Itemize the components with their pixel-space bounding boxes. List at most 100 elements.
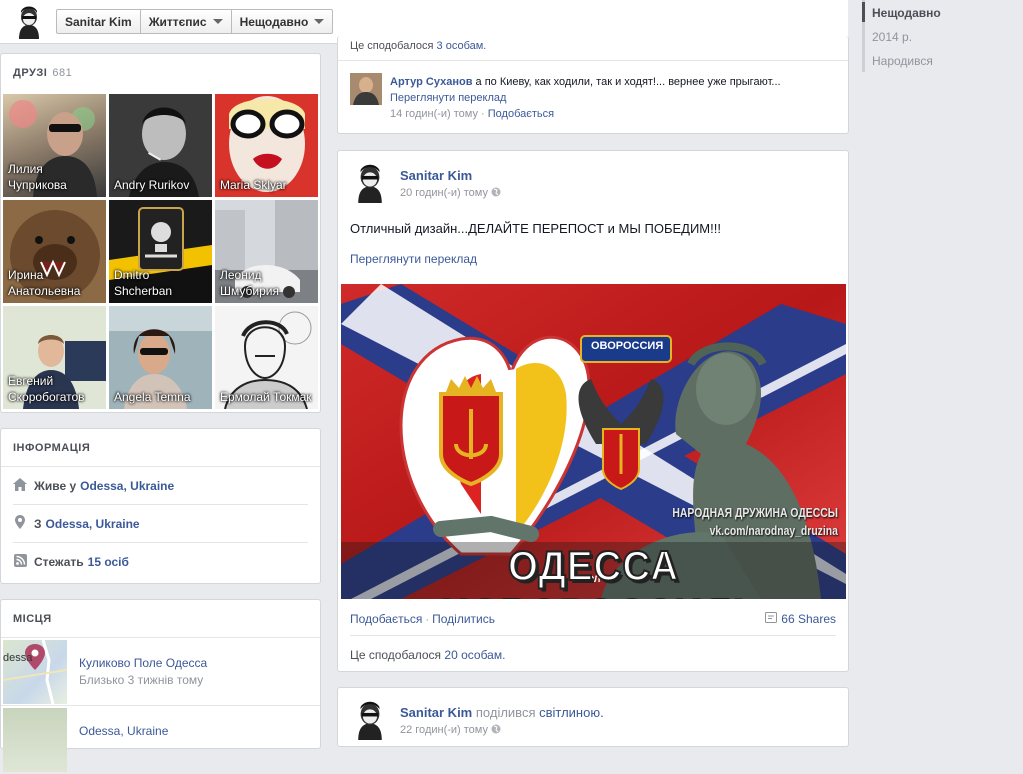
post-top-likes: Це сподобалося 3 особам. xyxy=(350,40,486,52)
post-image[interactable]: ОВОРОССИЯ ВОЛ НАРОДНАЯ ДРУЖИНА ОДЕССЫ vk… xyxy=(341,284,846,599)
place-item[interactable]: Odessa, Ukraine xyxy=(1,706,320,774)
friends-header[interactable]: ДРУЗІ 681 xyxy=(1,54,320,92)
home-icon xyxy=(13,477,27,494)
post-next-card: Sanitar Kim поділився світлиною. 22 годи… xyxy=(337,687,849,747)
comment-text: а по Киеву, как ходили, так и ходят!... … xyxy=(475,76,781,88)
friends-grid: Лилия Чуприкова Andry Rurikov Maria Skly… xyxy=(1,92,320,411)
chevron-down-icon xyxy=(314,19,325,24)
info-from-row: З Odessa, Ukraine xyxy=(13,505,308,543)
recent-label: Нещодавно xyxy=(239,14,309,29)
post-time[interactable]: 22 годин(-и) тому xyxy=(400,724,488,736)
friend-tile[interactable]: Ирина Анатольевна xyxy=(3,200,106,303)
post-action-text: поділився xyxy=(475,705,536,720)
recent-dropdown[interactable]: Нещодавно xyxy=(232,10,333,33)
watermark-line-2: vk.com/narodnay_druzina xyxy=(709,523,838,538)
map-thumbnail xyxy=(3,708,67,772)
map-thumbnail: dessa xyxy=(3,640,67,704)
place-name: Odessa, Ukraine xyxy=(79,724,169,738)
place-item[interactable]: dessa Куликово Поле Одесса Близько 3 тиж… xyxy=(1,638,320,706)
info-card: ІНФОРМАЦІЯ Живе у Odessa, Ukraine З Odes… xyxy=(0,428,321,584)
like-link[interactable]: Подобається xyxy=(350,612,422,626)
likes-text: Це сподобалося xyxy=(350,40,434,52)
friend-name: Angela Temna xyxy=(114,390,191,404)
friend-tile[interactable]: Angela Temna xyxy=(109,306,212,409)
chevron-down-icon xyxy=(212,19,223,24)
share-link[interactable]: Поділитись xyxy=(432,612,495,626)
friend-tile[interactable]: Ермолай Токмак xyxy=(215,306,318,409)
friend-name: Ирина Анатольевна xyxy=(8,268,81,298)
friend-name: Andry Rurikov xyxy=(114,178,190,192)
friend-tile[interactable]: Maria Sklyar xyxy=(215,94,318,197)
map-label: dessa xyxy=(3,652,33,664)
friend-tile[interactable]: Dmitro Shcherban xyxy=(109,200,212,303)
follow-label: Стежать xyxy=(34,555,84,569)
post-actions: Подобається · Поділитись xyxy=(350,612,495,626)
post-meta: 22 годин(-и) тому xyxy=(400,724,501,736)
place-name: Куликово Поле Одесса xyxy=(79,656,208,670)
friend-name: Dmitro Shcherban xyxy=(114,268,173,298)
bio-dropdown[interactable]: Життєпис xyxy=(141,10,232,33)
post-main-likes: Це сподобалося 20 особам. xyxy=(350,648,505,662)
globe-icon xyxy=(491,187,501,199)
comment-author[interactable]: Артур Суханов xyxy=(390,76,472,88)
post-meta: 20 годин(-и) тому xyxy=(400,187,501,199)
post-photo-link[interactable]: світлиною. xyxy=(539,705,604,720)
post-author-name[interactable]: Sanitar Kim xyxy=(400,168,472,183)
comment-translate-link[interactable]: Переглянути переклад xyxy=(390,92,506,104)
friend-name: Евгений Скоробогатов xyxy=(8,374,85,404)
post-author-avatar[interactable] xyxy=(350,700,390,740)
from-label: З xyxy=(34,516,42,531)
post-top-card: Це сподобалося 3 особам. Артур Суханов а… xyxy=(337,36,849,134)
image-banner-text: ОВОРОССИЯ xyxy=(591,340,664,352)
likes-link[interactable]: 20 особам. xyxy=(444,648,505,662)
places-title: МІСЦЯ xyxy=(13,612,52,625)
profile-avatar-icon[interactable] xyxy=(12,5,46,39)
info-lives-row: Живе у Odessa, Ukraine xyxy=(13,467,308,505)
post-author-name[interactable]: Sanitar Kim xyxy=(400,705,472,720)
post-translate-link[interactable]: Переглянути переклад xyxy=(350,252,477,266)
info-follow-row: Стежать 15 осіб xyxy=(13,543,308,581)
post-time[interactable]: 20 годин(-и) тому xyxy=(400,187,488,199)
commenter-avatar[interactable] xyxy=(350,73,382,105)
timeline-nav: Нещодавно 2014 р. Народився xyxy=(848,0,1023,740)
location-pin-icon xyxy=(13,515,27,532)
timeline-active-marker xyxy=(862,2,865,22)
divider xyxy=(350,635,836,636)
likes-text: Це сподобалося xyxy=(350,648,442,662)
friend-tile[interactable]: Лилия Чуприкова xyxy=(3,94,106,197)
profile-name-button[interactable]: Sanitar Kim xyxy=(57,10,141,33)
post-author-avatar[interactable] xyxy=(350,163,390,203)
friend-name: Ермолай Токмак xyxy=(220,390,312,404)
comment-time[interactable]: 14 годин(-и) тому xyxy=(390,108,478,120)
timeline-item-2014[interactable]: 2014 р. xyxy=(872,30,912,44)
profile-name: Sanitar Kim xyxy=(65,14,132,29)
friend-name: Лилия Чуприкова xyxy=(8,162,67,192)
friend-tile[interactable]: Леонид Шмубирия xyxy=(215,200,318,303)
lives-link[interactable]: Odessa, Ukraine xyxy=(80,479,174,493)
places-card: МІСЦЯ dessa Куликово Поле Одесса Близько… xyxy=(0,599,321,772)
shares-count[interactable]: 66 Shares xyxy=(765,612,836,626)
comment-body: Артур Суханов а по Киеву, как ходили, та… xyxy=(390,76,781,120)
friends-card: ДРУЗІ 681 Лилия Чуприкова Andry Rurikov M… xyxy=(0,53,321,413)
from-link[interactable]: Odessa, Ukraine xyxy=(46,517,140,531)
lives-label: Живе у xyxy=(34,478,77,493)
image-watermark: НАРОДНАЯ ДРУЖИНА ОДЕССЫ vk.com/narodnay_… xyxy=(672,504,838,540)
timeline-item-recent[interactable]: Нещодавно xyxy=(872,6,941,20)
followers-link[interactable]: 15 осіб xyxy=(88,555,129,569)
friend-tile[interactable]: Andry Rurikov xyxy=(109,94,212,197)
friend-tile[interactable]: Евгений Скоробогатов xyxy=(3,306,106,409)
post-text: Отличный дизайн...ДЕЛАЙТЕ ПЕРЕПОСТ и МЫ … xyxy=(350,221,721,236)
profile-nav: Sanitar Kim Життєпис Нещодавно xyxy=(56,9,334,34)
info-title: ІНФОРМАЦІЯ xyxy=(13,441,91,454)
likes-link[interactable]: 3 особам. xyxy=(437,40,487,52)
share-count-icon xyxy=(765,612,781,626)
post-next-header: Sanitar Kim поділився світлиною. xyxy=(400,705,604,720)
friends-count: 681 xyxy=(52,67,73,79)
timeline-item-born[interactable]: Народився xyxy=(872,54,933,68)
post-main-card: Sanitar Kim 20 годин(-и) тому Отличный д… xyxy=(337,150,849,672)
divider xyxy=(338,60,848,61)
place-time: Близько 3 тижнів тому xyxy=(79,673,204,687)
comment-like-link[interactable]: Подобається xyxy=(488,108,554,120)
friend-name: Леонид Шмубирия xyxy=(220,268,279,298)
friend-name: Maria Sklyar xyxy=(220,178,287,192)
